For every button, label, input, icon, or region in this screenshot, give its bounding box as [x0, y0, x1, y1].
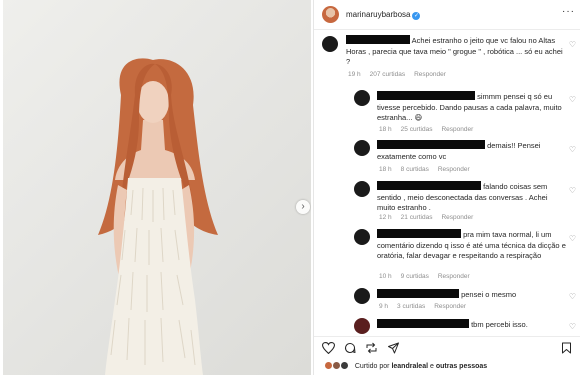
- author-username-text[interactable]: marinaruybarbosa: [346, 10, 410, 19]
- comment-time: 18 h: [379, 166, 392, 173]
- comment-text: pensei o mesmo: [377, 289, 567, 301]
- comment-text: pra mim tava normal, li um comentário di…: [377, 229, 567, 262]
- comment-like-icon[interactable]: ♡: [569, 186, 576, 195]
- liked-by-user[interactable]: leandraleal: [391, 363, 428, 370]
- comment-likes[interactable]: 207 curtidas: [370, 71, 405, 78]
- comment-likes[interactable]: 21 curtidas: [401, 214, 433, 221]
- liked-by-line: Curtido por leandraleal e outras pessoas: [324, 361, 487, 370]
- redacted-username: [346, 35, 410, 44]
- comment-body: simmm pensei q só eu: [477, 92, 553, 101]
- comment-body: tbm percebi isso.: [471, 320, 528, 329]
- comment-body: exatamente como vc: [377, 151, 447, 161]
- redacted-username: [377, 289, 459, 298]
- commenter-avatar[interactable]: [354, 140, 370, 156]
- bookmark-icon[interactable]: [561, 342, 572, 354]
- comment-body: falando coisas sem: [483, 182, 548, 191]
- send-icon[interactable]: [387, 342, 400, 354]
- comment-meta: 12 h 21 curtidas Responder: [379, 214, 482, 221]
- comment-likes[interactable]: 3 curtidas: [397, 303, 425, 310]
- comment-time: 12 h: [379, 214, 392, 221]
- liked-by-connector: e: [429, 363, 434, 370]
- redacted-username: [377, 229, 461, 238]
- comment-like-icon[interactable]: ♡: [569, 322, 576, 331]
- more-options-icon[interactable]: ···: [562, 6, 575, 17]
- comment-meta: 18 h 8 curtidas Responder: [379, 166, 479, 173]
- comments-panel: marinaruybarbosa ✓ ··· Achei estranho o j…: [313, 0, 580, 375]
- post-photo: ›: [3, 0, 311, 375]
- comment-text: Achei estranho o jeito que vc falou no A…: [346, 35, 566, 68]
- redacted-username: [377, 91, 475, 100]
- redacted-username: [377, 140, 485, 149]
- reply-button[interactable]: Responder: [434, 303, 466, 310]
- comment-likes[interactable]: 9 curtidas: [401, 273, 429, 280]
- comment-body: pra mim tava normal, li um: [463, 230, 552, 239]
- reply-button[interactable]: Responder: [414, 71, 446, 78]
- commenter-avatar[interactable]: [354, 229, 370, 245]
- comment-body: comentário dizendo q isso é até uma técn…: [377, 240, 566, 261]
- comment-icon[interactable]: [344, 342, 356, 354]
- commenter-avatar[interactable]: [354, 181, 370, 197]
- author-avatar[interactable]: [322, 6, 339, 23]
- comment-time: 18 h: [379, 126, 392, 133]
- comment-likes[interactable]: 8 curtidas: [401, 166, 429, 173]
- comment-likes[interactable]: 25 curtidas: [401, 126, 433, 133]
- author-username[interactable]: marinaruybarbosa ✓: [346, 10, 421, 20]
- comment-text: simmm pensei q só eu tivesse percebido. …: [377, 91, 567, 124]
- commenter-avatar[interactable]: [322, 36, 338, 52]
- heart-icon[interactable]: [322, 342, 335, 354]
- liked-by-prefix: Curtido por: [354, 363, 390, 370]
- comment-meta: 9 h 3 curtidas Responder: [379, 303, 475, 310]
- comment-time: 10 h: [379, 273, 392, 280]
- commenter-avatar[interactable]: [354, 318, 370, 334]
- commenter-avatar[interactable]: [354, 288, 370, 304]
- comment-time: 19 h: [348, 71, 361, 78]
- comment-like-icon[interactable]: ♡: [569, 234, 576, 243]
- comment-body: tivesse percebido. Dando pausas a cada p…: [377, 102, 562, 123]
- comment-text: falando coisas sem sentido , meio descon…: [377, 181, 567, 214]
- comment-time: 9 h: [379, 303, 389, 310]
- woman-in-white-dress-image: [98, 58, 218, 375]
- reply-button[interactable]: Responder: [438, 273, 470, 280]
- reply-button[interactable]: Responder: [438, 166, 470, 173]
- liker-avatar[interactable]: [339, 361, 349, 370]
- next-photo-button[interactable]: ›: [296, 200, 310, 214]
- redacted-username: [377, 181, 481, 190]
- comment-body: sentido , meio desconectada das conversa…: [377, 192, 548, 213]
- comment-meta: 10 h 9 curtidas Responder: [379, 273, 479, 280]
- comment-like-icon[interactable]: ♡: [569, 145, 576, 154]
- reply-button[interactable]: Responder: [441, 126, 473, 133]
- comment-meta: 19 h 207 curtidas Responder: [348, 71, 455, 78]
- post-action-bar: [314, 336, 580, 358]
- redacted-username: [377, 319, 469, 328]
- liked-by-others[interactable]: outras pessoas: [436, 363, 487, 370]
- verified-badge-icon: ✓: [412, 12, 421, 20]
- share-icon[interactable]: [365, 342, 378, 354]
- comment-like-icon[interactable]: ♡: [569, 95, 576, 104]
- comment-body: pensei o mesmo: [461, 290, 517, 299]
- comment-like-icon[interactable]: ♡: [569, 40, 576, 49]
- commenter-avatar[interactable]: [354, 90, 370, 106]
- reply-button[interactable]: Responder: [441, 214, 473, 221]
- comment-text: tbm percebi isso.: [377, 319, 567, 331]
- comment-meta: 18 h 25 curtidas Responder: [379, 126, 482, 133]
- post-header: marinaruybarbosa ✓ ···: [314, 0, 580, 30]
- comment-body: demais!! Pensei: [487, 141, 541, 150]
- comment-like-icon[interactable]: ♡: [569, 292, 576, 301]
- comment-text: demais!! Pensei exatamente como vc: [377, 140, 567, 162]
